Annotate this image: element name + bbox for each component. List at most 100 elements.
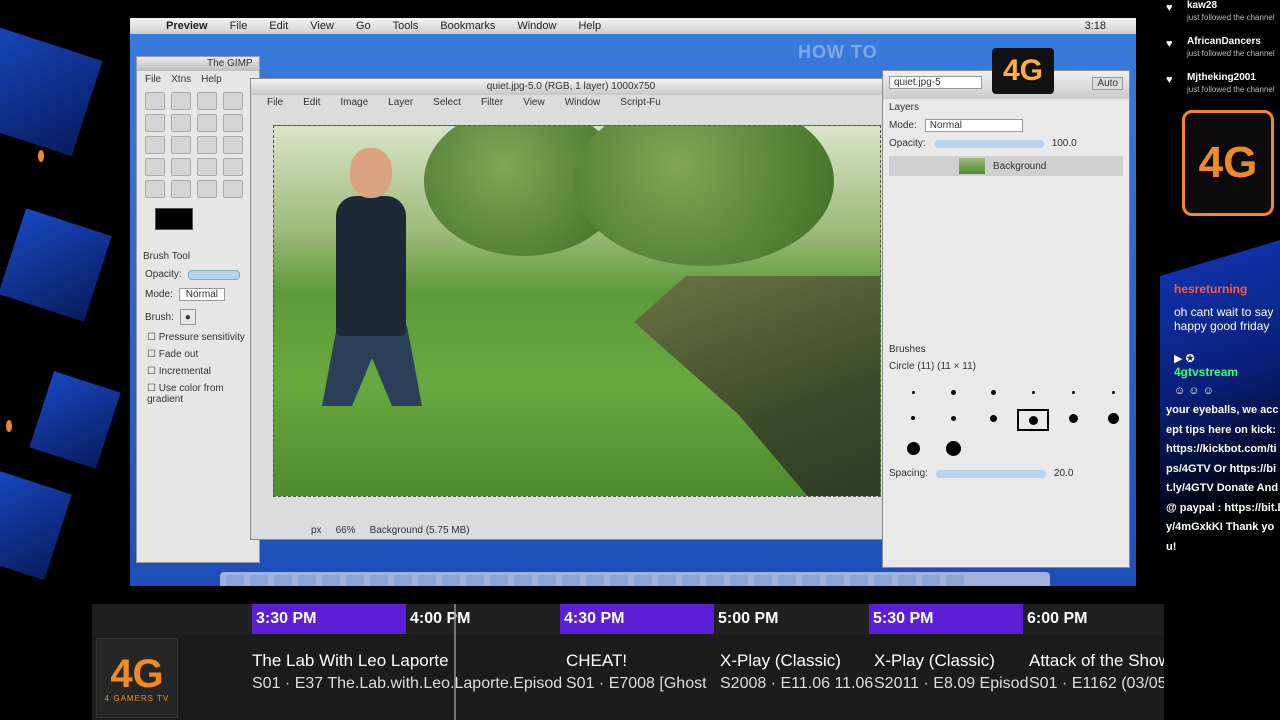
dock-app-icon[interactable] [490,575,508,586]
image-select[interactable]: quiet.jpg-5 [889,76,982,89]
brush-swatch[interactable] [1097,383,1129,401]
guide-channel-logo[interactable]: 4G 4 GAMERS TV [96,638,178,718]
rect-select-tool-icon[interactable] [145,92,165,110]
menu-help[interactable]: Help [578,20,601,32]
img-menu-window[interactable]: Window [565,97,601,108]
dock-app-icon[interactable] [778,575,796,586]
brush-swatch[interactable] [1097,409,1129,427]
layer-row[interactable]: Background [889,156,1123,176]
menu-app[interactable]: Preview [166,20,208,32]
menu-bookmarks[interactable]: Bookmarks [440,20,495,32]
video-player[interactable]: Preview File Edit View Go Tools Bookmark… [130,18,1136,586]
dock-app-icon[interactable] [730,575,748,586]
dock-app-icon[interactable] [466,575,484,586]
image-canvas[interactable] [273,125,881,497]
dock-app-icon[interactable] [370,575,388,586]
dock-app-icon[interactable] [634,575,652,586]
img-menu-layer[interactable]: Layer [388,97,413,108]
menu-file[interactable]: File [230,20,248,32]
program-cell[interactable]: X-Play (Classic) S2008 · E11.06 11.06 [720,650,874,710]
layers-mode-select[interactable]: Normal [924,119,1024,132]
dock-app-icon[interactable] [418,575,436,586]
img-menu-script-fu[interactable]: Script-Fu [620,97,661,108]
program-cell[interactable]: The Lab With Leo Laporte S01 · E37 The.L… [252,650,562,710]
dock-app-icon[interactable] [610,575,628,586]
chat-username[interactable]: hesreturning [1174,282,1247,296]
dock-app-icon[interactable] [274,575,292,586]
dock-finder-icon[interactable] [226,575,244,586]
status-zoom-select[interactable]: 66% [336,525,356,536]
airbrush-tool-icon[interactable] [171,180,191,198]
zoom-tool-icon[interactable] [197,114,217,132]
dock-app-icon[interactable] [802,575,820,586]
spacing-slider[interactable] [935,469,1046,478]
program-cell[interactable]: X-Play (Classic) S2011 · E8.09 Episode [874,650,1028,710]
menu-go[interactable]: Go [356,20,371,32]
pencil-tool-icon[interactable] [197,158,217,176]
menu-view[interactable]: View [310,20,334,32]
smudge-tool-icon[interactable] [223,180,243,198]
brush-swatch[interactable] [937,439,969,457]
dock-app-icon[interactable] [394,575,412,586]
dock-app-icon[interactable] [706,575,724,586]
brush-swatch[interactable] [897,439,929,457]
dock-app-icon[interactable] [850,575,868,586]
dock-app-icon[interactable] [658,575,676,586]
dock-app-icon[interactable] [826,575,844,586]
spacing-value[interactable]: 20.0 [1054,468,1073,479]
foreground-color-swatch[interactable] [155,208,193,230]
bucket-tool-icon[interactable] [145,158,165,176]
eraser-tool-icon[interactable] [145,180,165,198]
brush-swatch[interactable] [897,409,929,427]
check-use-color[interactable]: Use color from gradient [137,380,259,408]
img-menu-filter[interactable]: Filter [481,97,503,108]
status-unit-select[interactable]: px [311,525,322,536]
mode-select[interactable]: Normal [178,288,226,301]
crop-tool-icon[interactable] [171,136,191,154]
brush-swatch[interactable] [897,383,929,401]
brush-swatch[interactable] [937,383,969,401]
blend-tool-icon[interactable] [171,158,191,176]
brush-swatch[interactable] [1017,383,1049,401]
dock-app-icon[interactable] [538,575,556,586]
program-cell[interactable]: CHEAT! S01 · E7008 [Ghost [566,650,720,710]
toolbox-menu-xtns[interactable]: Xtns [171,74,191,85]
check-incremental[interactable]: Incremental [137,363,259,380]
pen-tool-icon[interactable] [171,114,191,132]
brush-swatch[interactable] [937,409,969,427]
dock-app-icon[interactable] [250,575,268,586]
clone-tool-icon[interactable] [197,180,217,198]
dock-app-icon[interactable] [586,575,604,586]
dock-app-icon[interactable] [682,575,700,586]
brush-swatch[interactable] [977,383,1009,401]
brush-tool-icon[interactable] [223,158,243,176]
program-cell[interactable]: Attack of the Show S01 · E1162 (03/05 [1029,650,1164,710]
opacity-slider[interactable] [187,269,240,280]
check-fade-out[interactable]: Fade out [137,346,259,363]
scale-tool-icon[interactable] [223,136,243,154]
dock-app-icon[interactable] [922,575,940,586]
chat-username[interactable]: 4gtvstream [1174,365,1238,379]
brush-swatch-selected[interactable] [1017,409,1049,431]
img-menu-file[interactable]: File [267,97,283,108]
ellipse-select-tool-icon[interactable] [171,92,191,110]
menu-edit[interactable]: Edit [269,20,288,32]
dock-app-icon[interactable] [346,575,364,586]
rotate-tool-icon[interactable] [197,136,217,154]
dock-app-icon[interactable] [754,575,772,586]
brush-swatch[interactable] [977,409,1009,427]
layers-opacity-value[interactable]: 100.0 [1052,138,1077,149]
dock-trash-icon[interactable] [946,575,964,586]
dock-app-icon[interactable] [514,575,532,586]
scissors-tool-icon[interactable] [145,114,165,132]
brush-swatch[interactable] [1057,409,1089,427]
dock-app-icon[interactable] [442,575,460,586]
dock-app-icon[interactable] [322,575,340,586]
toolbox-menu-file[interactable]: File [145,74,161,85]
dock-app-icon[interactable] [898,575,916,586]
dock-app-icon[interactable] [298,575,316,586]
dock-app-icon[interactable] [874,575,892,586]
move-tool-icon[interactable] [145,136,165,154]
check-pressure[interactable]: Pressure sensitivity [137,329,259,346]
wand-tool-icon[interactable] [223,92,243,110]
